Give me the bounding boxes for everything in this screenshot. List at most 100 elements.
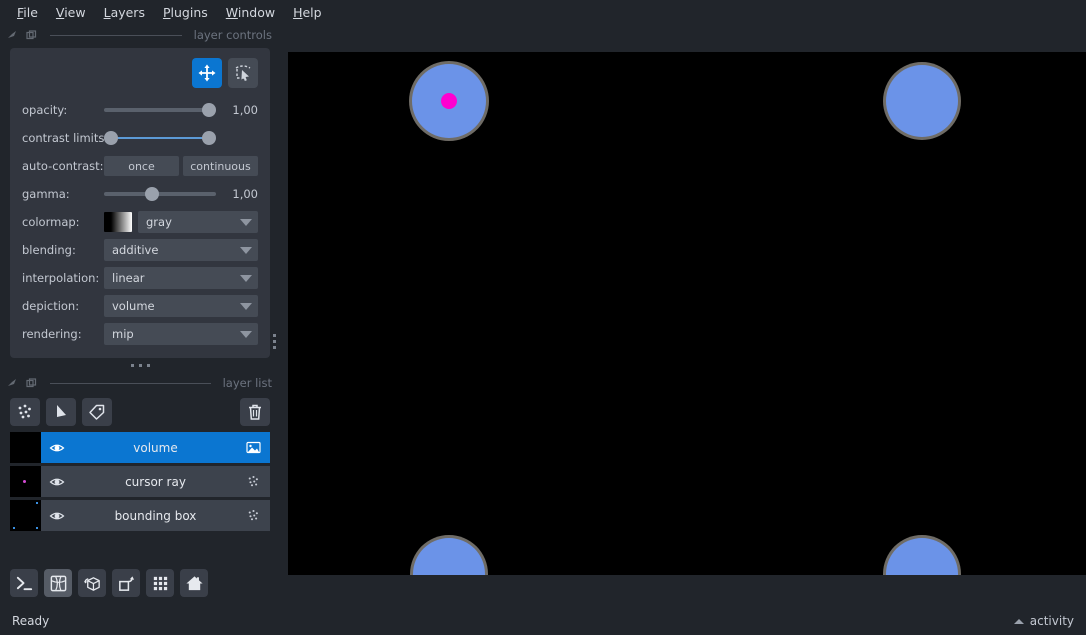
transform-tool[interactable] xyxy=(228,58,258,88)
depiction-value: volume xyxy=(112,299,155,313)
status-bar: Ready activity xyxy=(0,607,1086,635)
contrast-limits-row: contrast limits: xyxy=(22,126,258,150)
viewer-canvas[interactable] xyxy=(288,52,1086,575)
blending-row: blending: additive xyxy=(22,238,258,262)
menu-view[interactable]: View xyxy=(47,3,95,22)
pan-zoom-tool[interactable] xyxy=(192,58,222,88)
contrast-low-handle[interactable] xyxy=(104,131,118,145)
gamma-value: 1,00 xyxy=(232,187,258,201)
layer-name: cursor ray xyxy=(125,474,186,489)
layer-thumbnail xyxy=(10,466,41,497)
mode-tool-row xyxy=(22,58,258,88)
visibility-icon[interactable] xyxy=(49,474,67,490)
depiction-label: depiction: xyxy=(22,299,80,313)
panel-splitter[interactable] xyxy=(0,358,280,372)
layer-list-toolbar xyxy=(0,394,280,432)
contrast-limits-slider[interactable] xyxy=(104,129,216,147)
roll-dims-button[interactable] xyxy=(78,569,106,597)
blending-value: additive xyxy=(112,243,159,257)
status-text: Ready xyxy=(12,614,50,628)
layer-row-volume[interactable]: volume xyxy=(10,432,270,463)
auto-contrast-once-button[interactable]: once xyxy=(104,156,179,176)
blob-top-left xyxy=(412,64,486,138)
titlebar-divider xyxy=(50,382,211,384)
interpolation-value: linear xyxy=(112,271,145,285)
menu-plugins[interactable]: Plugins xyxy=(154,3,217,22)
image-layer-icon xyxy=(244,440,262,455)
chevron-down-icon xyxy=(240,274,252,282)
auto-contrast-row: auto-contrast: once continuous xyxy=(22,154,258,178)
canvas-area xyxy=(280,24,1086,607)
layer-rows: volume cursor ray bounding box xyxy=(0,432,280,534)
chevron-down-icon xyxy=(240,218,252,226)
chevron-down-icon xyxy=(240,330,252,338)
menu-layers[interactable]: Layers xyxy=(95,3,154,22)
left-dock: layer controls opacity: 1,00 contrast li… xyxy=(0,24,280,607)
activity-button[interactable]: activity xyxy=(1013,614,1074,628)
gamma-label: gamma: xyxy=(22,187,70,201)
float-icon[interactable] xyxy=(6,377,19,390)
layer-controls-panel: opacity: 1,00 contrast limits: auto-cont… xyxy=(10,48,270,358)
contrast-high-handle[interactable] xyxy=(202,131,216,145)
undock-icon[interactable] xyxy=(25,29,38,42)
chevron-up-icon xyxy=(1013,618,1024,624)
opacity-track xyxy=(104,108,216,112)
dock-resize-handle[interactable] xyxy=(268,324,280,358)
rendering-row: rendering: mip xyxy=(22,322,258,346)
gamma-handle[interactable] xyxy=(145,187,160,201)
opacity-slider[interactable] xyxy=(104,101,216,119)
colormap-row: colormap: gray xyxy=(22,210,258,234)
undock-icon[interactable] xyxy=(25,377,38,390)
layer-controls-title: layer controls xyxy=(193,28,272,42)
layer-thumbnail xyxy=(10,500,41,531)
chevron-down-icon xyxy=(240,246,252,254)
depiction-row: depiction: volume xyxy=(22,294,258,318)
console-button[interactable] xyxy=(10,569,38,597)
auto-contrast-continuous-button[interactable]: continuous xyxy=(183,156,258,176)
blob-core xyxy=(441,93,457,109)
gamma-slider[interactable] xyxy=(104,185,216,203)
transpose-dims-button[interactable] xyxy=(112,569,140,597)
blending-combo[interactable]: additive xyxy=(104,239,258,261)
new-shapes-button[interactable] xyxy=(46,398,76,426)
points-layer-icon xyxy=(244,508,262,523)
opacity-value: 1,00 xyxy=(232,103,258,117)
grid-view-button[interactable] xyxy=(146,569,174,597)
rendering-label: rendering: xyxy=(22,327,82,341)
colormap-label: colormap: xyxy=(22,215,80,229)
layer-row-bounding-box[interactable]: bounding box xyxy=(10,500,270,531)
layer-list-panel: volume cursor ray bounding box xyxy=(0,394,280,607)
new-labels-button[interactable] xyxy=(82,398,112,426)
blob-top-right xyxy=(886,65,958,137)
blob-bottom-left xyxy=(413,538,485,575)
opacity-handle[interactable] xyxy=(202,103,216,117)
interpolation-combo[interactable]: linear xyxy=(104,267,258,289)
layer-list-titlebar: layer list xyxy=(0,372,280,394)
depiction-combo[interactable]: volume xyxy=(104,295,258,317)
menu-window[interactable]: Window xyxy=(217,3,284,22)
layer-name: bounding box xyxy=(114,508,197,523)
visibility-icon[interactable] xyxy=(49,440,67,456)
menu-file[interactable]: File xyxy=(8,3,47,22)
colormap-combo[interactable]: gray xyxy=(138,211,258,233)
float-icon[interactable] xyxy=(6,29,19,42)
interpolation-label: interpolation: xyxy=(22,271,100,285)
layer-row-cursor-ray[interactable]: cursor ray xyxy=(10,466,270,497)
gamma-row: gamma: 1,00 xyxy=(22,182,258,206)
rendering-combo[interactable]: mip xyxy=(104,323,258,345)
menu-help[interactable]: Help xyxy=(284,3,331,22)
napari-window: File View Layers Plugins Window Help lay… xyxy=(0,0,1086,635)
contrast-limits-label: contrast limits: xyxy=(22,131,109,145)
new-points-button[interactable] xyxy=(10,398,40,426)
layer-list-title: layer list xyxy=(222,376,272,390)
viewer-buttons xyxy=(0,569,280,607)
home-button[interactable] xyxy=(180,569,208,597)
colormap-swatch xyxy=(104,212,132,232)
layer-name: volume xyxy=(133,440,178,455)
visibility-icon[interactable] xyxy=(49,508,67,524)
points-layer-icon xyxy=(244,474,262,489)
delete-layer-button[interactable] xyxy=(240,398,270,426)
blending-label: blending: xyxy=(22,243,76,257)
ndisplay-button[interactable] xyxy=(44,569,72,597)
layer-controls-titlebar: layer controls xyxy=(0,24,280,46)
